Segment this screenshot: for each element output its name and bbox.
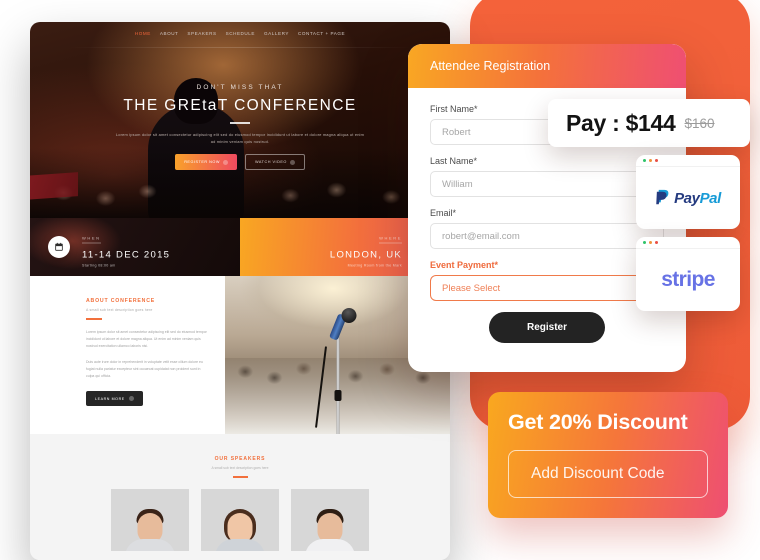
mic-stand <box>336 336 339 434</box>
event-when-note: Starting 08:00 am <box>82 263 116 268</box>
register-button-wrap: Register <box>430 312 664 343</box>
arrow-icon <box>128 396 134 402</box>
learn-more-button[interactable]: LEARN MORE <box>86 391 143 407</box>
window-dot-red <box>654 240 659 245</box>
watch-video-button[interactable]: WATCH VIDEO <box>244 154 305 171</box>
about-section: ABOUT CONFERENCE A small sub text descri… <box>30 276 450 434</box>
speakers-section: OUR SPEAKERS A small sub text descriptio… <box>30 434 450 560</box>
site-navigation[interactable]: HOME ABOUT SPEAKERS SCHEDULE GALLERY CON… <box>30 22 450 44</box>
last-name-field-group: Last Name* William <box>430 156 664 197</box>
about-heading: ABOUT CONFERENCE <box>86 298 207 304</box>
pay-original-price: $160 <box>684 115 715 131</box>
about-divider <box>86 318 102 320</box>
discount-code-input[interactable]: Add Discount Code <box>508 450 708 498</box>
pay-amount: Pay : $144 <box>566 109 676 136</box>
window-titlebar <box>636 237 740 249</box>
paypal-mark-icon <box>656 189 669 205</box>
speakers-heading-main: OUR <box>214 456 229 462</box>
mic-clamp <box>334 389 341 401</box>
window-titlebar <box>636 155 740 167</box>
paypal-word-pay: Pay <box>674 189 700 207</box>
nav-item-schedule[interactable]: SCHEDULE <box>226 31 255 36</box>
event-where-note: Meeting Room from the Mark <box>347 263 402 268</box>
register-now-label: REGISTER NOW <box>184 160 220 165</box>
paypal-payment-card[interactable]: PayPal <box>636 155 740 229</box>
speakers-heading: OUR SPEAKERS <box>30 434 450 462</box>
hero-red-seats <box>30 172 78 200</box>
watch-video-label: WATCH VIDEO <box>254 160 287 165</box>
conference-website-mockup: HOME ABOUT SPEAKERS SCHEDULE GALLERY CON… <box>30 22 450 560</box>
pay-price-badge: Pay : $144 $160 <box>548 99 750 147</box>
speakers-heading-accent: SPEAKERS <box>230 456 266 462</box>
nav-item-speakers[interactable]: SPEAKERS <box>187 31 216 36</box>
event-when-date: 11-14 DEC 2015 <box>82 249 171 261</box>
stripe-payment-card[interactable]: stripe <box>636 237 740 311</box>
stripe-wordmark: stripe <box>661 268 715 291</box>
window-dot-red <box>654 158 659 163</box>
discount-card: Get 20% Discount Add Discount Code <box>488 392 728 518</box>
event-where-city: LONDON, UK <box>329 249 402 261</box>
nav-item-gallery[interactable]: GALLERY <box>264 31 289 36</box>
window-dot-orange <box>648 240 653 245</box>
email-field-group: Email* robert@email.com <box>430 208 664 249</box>
event-where-label: WHERE <box>379 236 402 244</box>
learn-more-label: LEARN MORE <box>95 396 125 401</box>
speaker-card[interactable] <box>201 489 279 551</box>
avatar <box>304 509 356 551</box>
event-payment-select[interactable]: Please Select <box>430 275 664 301</box>
calendar-icon <box>48 236 70 258</box>
email-label: Email* <box>430 208 457 218</box>
registration-card-title: Attendee Registration <box>408 44 686 88</box>
window-dot-orange <box>648 158 653 163</box>
nav-divider <box>68 47 412 48</box>
event-when-panel: WHEN 11-14 DEC 2015 Starting 08:00 am <box>30 218 240 276</box>
email-input[interactable]: robert@email.com <box>430 223 664 249</box>
event-payment-field-group: Event Payment* Please Select <box>430 260 664 301</box>
about-heading-main: ABOUT <box>86 298 109 304</box>
about-subheading: A small sub text description goes here <box>86 308 153 312</box>
hero-divider <box>230 122 250 124</box>
speaker-card[interactable] <box>291 489 369 551</box>
paypal-word-pal: Pal <box>699 189 722 207</box>
nav-item-about[interactable]: ABOUT <box>160 31 179 36</box>
paypal-wordmark: PayPal <box>674 190 721 207</box>
last-name-input[interactable]: William <box>430 171 664 197</box>
hero-kicker: DON'T MISS THAT <box>196 84 284 91</box>
avatar <box>214 509 266 551</box>
speakers-subheading: A small sub text description goes here <box>211 466 269 470</box>
play-icon <box>289 159 295 165</box>
hero-buttons: REGISTER NOW WATCH VIDEO <box>30 154 450 171</box>
event-info-row: WHEN 11-14 DEC 2015 Starting 08:00 am WH… <box>30 218 450 276</box>
speaker-card[interactable] <box>111 489 189 551</box>
hero-subtitle: Lorem ipsum dolor sit amet consectetur a… <box>115 132 365 145</box>
about-text-column: ABOUT CONFERENCE A small sub text descri… <box>30 276 225 434</box>
speakers-divider <box>232 476 248 478</box>
avatar <box>124 509 176 551</box>
discount-title: Get 20% Discount <box>508 410 688 434</box>
hero-copy: DON'T MISS THAT THE GREtaT CONFERENCE Lo… <box>30 84 450 171</box>
stripe-logo: stripe <box>636 249 740 311</box>
last-name-label: Last Name* <box>430 156 478 166</box>
nav-item-contact[interactable]: CONTACT + PAGE <box>298 31 345 36</box>
about-paragraph-2: Duis aute irure dolor in reprehenderit i… <box>86 359 203 378</box>
hero-section: HOME ABOUT SPEAKERS SCHEDULE GALLERY CON… <box>30 22 450 218</box>
paypal-logo: PayPal <box>636 167 740 229</box>
window-dot-green <box>643 158 647 163</box>
screenshot-stage: HOME ABOUT SPEAKERS SCHEDULE GALLERY CON… <box>0 0 760 560</box>
event-payment-label: Event Payment* <box>430 260 499 270</box>
register-submit-button[interactable]: Register <box>488 312 605 343</box>
about-heading-accent: CONFERENCE <box>110 298 156 304</box>
hero-title: THE GREtaT CONFERENCE <box>123 97 357 114</box>
event-where-text: WHERE LONDON, UK Meeting Room from the M… <box>330 227 402 268</box>
window-dot-green <box>643 240 647 245</box>
speakers-grid <box>30 489 450 551</box>
nav-item-home[interactable]: HOME <box>135 31 151 36</box>
event-when-text: WHEN 11-14 DEC 2015 Starting 08:00 am <box>82 227 170 268</box>
event-when-label: WHEN <box>82 236 101 244</box>
about-paragraph-1: Lorem ipsum dolor sit amet consectetur a… <box>86 330 207 349</box>
register-now-button[interactable]: REGISTER NOW <box>175 154 237 171</box>
arrow-icon <box>222 159 228 165</box>
